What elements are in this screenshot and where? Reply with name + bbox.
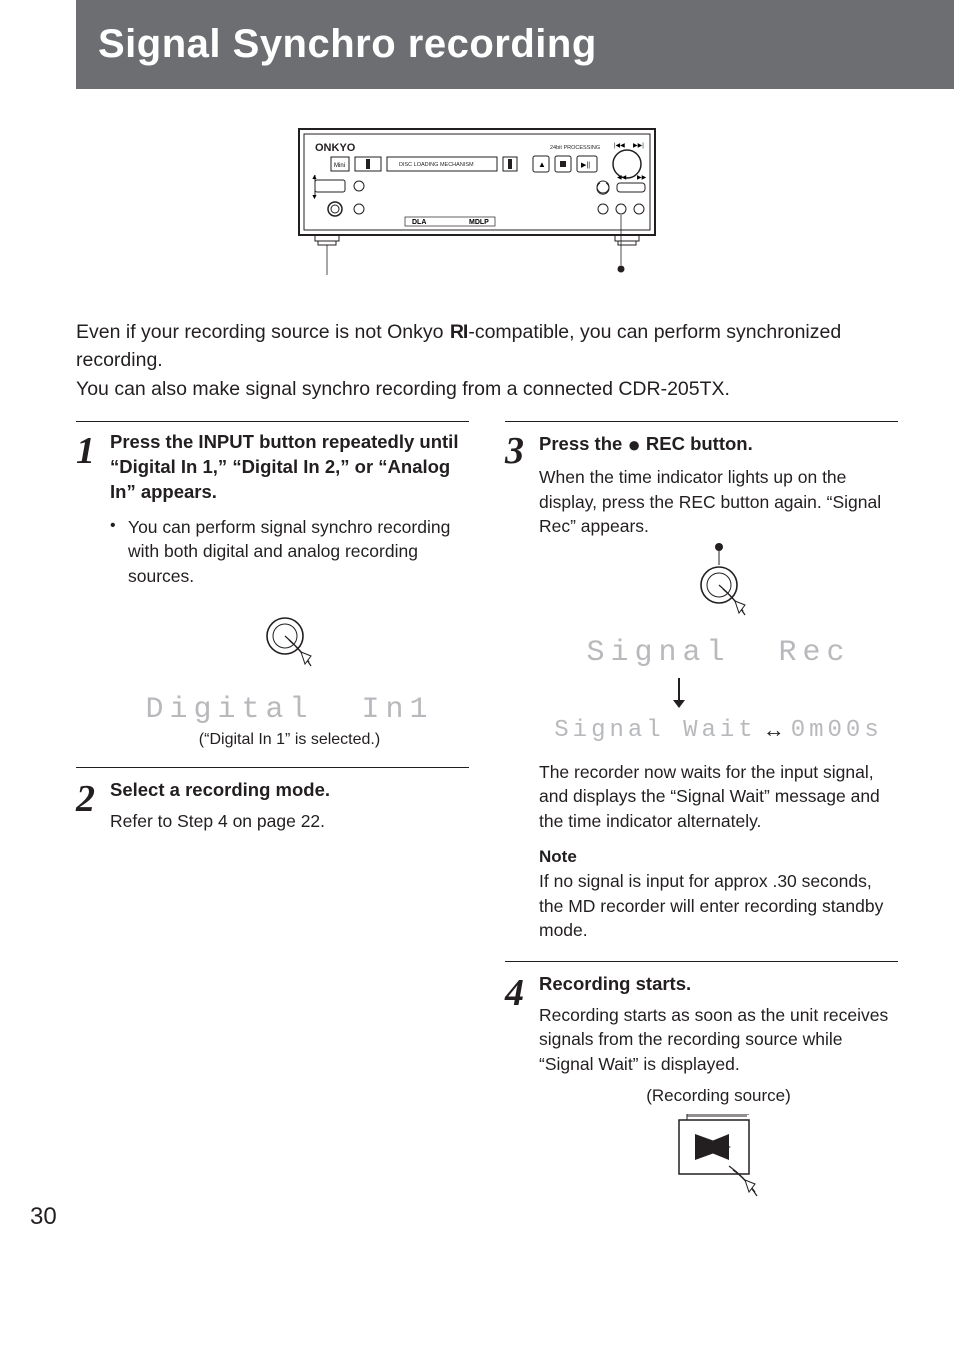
alternate-arrow-icon: ↔ — [763, 717, 785, 743]
down-arrow-icon — [669, 676, 898, 715]
page-number: 30 — [30, 1203, 57, 1231]
step-2-text: Refer to Step 4 on page 22. — [110, 809, 469, 834]
step-3-lcd1: Signal Rec — [539, 636, 898, 670]
step-4-source-caption: (Recording source) — [539, 1086, 898, 1106]
svg-text:▲: ▲ — [311, 174, 318, 181]
input-knob-illustration — [110, 610, 469, 685]
svg-text:◀◀: ◀◀ — [617, 175, 627, 181]
step-3-number: 3 — [505, 430, 539, 470]
header-tab — [76, 0, 100, 38]
mdlp-label: MDLP — [469, 219, 489, 226]
step-3-head: Press the ● REC button. — [539, 430, 898, 460]
step-3-note-head: Note — [539, 847, 898, 867]
step-1-lcd: Digital In1 — [110, 693, 469, 727]
step-4: 4 Recording starts. Recording starts as … — [505, 972, 898, 1209]
step-2: 2 Select a recording mode. Refer to Step… — [76, 778, 469, 833]
step-3-text1: When the time indicator lights up on the… — [539, 465, 898, 539]
brand-label: ONKYO — [315, 142, 356, 154]
step-2-number: 2 — [76, 778, 110, 818]
rec-button-illustration — [539, 539, 898, 630]
step-2-head: Select a recording mode. — [110, 778, 469, 803]
left-column: 1 Press the INPUT button repeatedly unti… — [76, 421, 469, 1210]
step-4-text: Recording starts as soon as the unit rec… — [539, 1003, 898, 1077]
step-1: 1 Press the INPUT button repeatedly unti… — [76, 430, 469, 749]
dla-label: DLA — [412, 219, 426, 226]
record-dot-icon: ● — [627, 432, 640, 457]
svg-text:Mini: Mini — [334, 163, 345, 169]
svg-text:▶||: ▶|| — [581, 162, 590, 169]
recording-source-illustration — [539, 1114, 898, 1209]
disc-loading-label: DISC LOADING MECHANISM — [399, 162, 474, 168]
step-1-bullet: You can perform signal synchro recording… — [128, 515, 469, 589]
step-3: 3 Press the ● REC button. When the time … — [505, 430, 898, 943]
svg-text:|◀◀: |◀◀ — [614, 143, 625, 149]
device-diagram: ONKYO 24bit PROCESSING Mini DISC LOADING… — [0, 125, 954, 290]
step-3-text2: The recorder now waits for the input sig… — [539, 760, 898, 834]
step-4-head: Recording starts. — [539, 972, 898, 997]
step-1-caption: (“Digital In 1” is selected.) — [110, 731, 469, 749]
step-4-number: 4 — [505, 972, 539, 1012]
svg-text:▲: ▲ — [538, 160, 546, 169]
svg-text:▶▶|: ▶▶| — [633, 143, 644, 149]
step-3-lcd2b: 0m00s — [791, 717, 883, 744]
step-1-head: Press the INPUT button repeatedly until … — [110, 430, 469, 505]
step-1-number: 1 — [76, 430, 110, 470]
step-3-lcd2a: Signal Wait — [554, 717, 756, 744]
bullet-icon: • — [110, 515, 128, 589]
svg-text:▼: ▼ — [311, 194, 318, 201]
page-title: Signal Synchro recording — [76, 0, 954, 89]
svg-text:▶▶: ▶▶ — [637, 175, 647, 181]
processing-label: 24bit PROCESSING — [550, 145, 600, 151]
step-3-note-text: If no signal is input for approx .30 sec… — [539, 869, 898, 943]
ri-icon: RI — [449, 318, 469, 346]
intro-text: Even if your recording source is not Onk… — [76, 318, 894, 403]
right-column: 3 Press the ● REC button. When the time … — [505, 421, 898, 1210]
